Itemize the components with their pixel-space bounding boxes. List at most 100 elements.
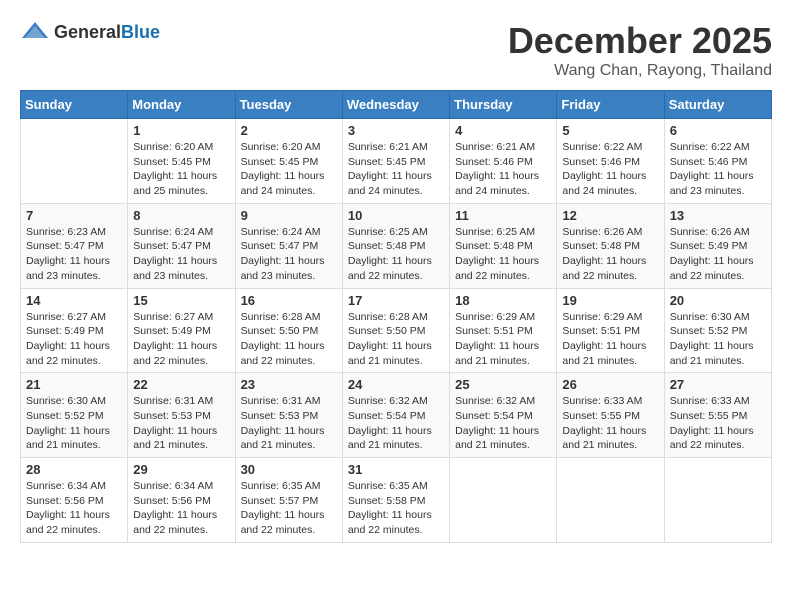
title-area: December 2025 Wang Chan, Rayong, Thailan… xyxy=(508,20,772,80)
day-cell-3-2: 23 Sunrise: 6:31 AMSunset: 5:53 PMDaylig… xyxy=(235,373,342,458)
weekday-header-friday: Friday xyxy=(557,91,664,119)
logo-blue-text: Blue xyxy=(121,22,160,42)
weekday-header-sunday: Sunday xyxy=(21,91,128,119)
week-row-1: 1 Sunrise: 6:20 AMSunset: 5:45 PMDayligh… xyxy=(21,119,772,204)
day-number: 1 xyxy=(133,123,229,138)
day-cell-0-1: 1 Sunrise: 6:20 AMSunset: 5:45 PMDayligh… xyxy=(128,119,235,204)
month-title: December 2025 xyxy=(508,20,772,62)
day-cell-0-3: 3 Sunrise: 6:21 AMSunset: 5:45 PMDayligh… xyxy=(342,119,449,204)
weekday-header-wednesday: Wednesday xyxy=(342,91,449,119)
day-number: 29 xyxy=(133,462,229,477)
weekday-header-row: SundayMondayTuesdayWednesdayThursdayFrid… xyxy=(21,91,772,119)
day-cell-1-2: 9 Sunrise: 6:24 AMSunset: 5:47 PMDayligh… xyxy=(235,203,342,288)
day-number: 28 xyxy=(26,462,122,477)
day-info: Sunrise: 6:35 AMSunset: 5:57 PMDaylight:… xyxy=(241,479,337,538)
day-number: 2 xyxy=(241,123,337,138)
day-cell-4-5 xyxy=(557,458,664,543)
weekday-header-monday: Monday xyxy=(128,91,235,119)
day-number: 30 xyxy=(241,462,337,477)
day-number: 15 xyxy=(133,293,229,308)
logo-general-text: General xyxy=(54,22,121,42)
day-cell-1-6: 13 Sunrise: 6:26 AMSunset: 5:49 PMDaylig… xyxy=(664,203,771,288)
day-cell-1-3: 10 Sunrise: 6:25 AMSunset: 5:48 PMDaylig… xyxy=(342,203,449,288)
day-info: Sunrise: 6:30 AMSunset: 5:52 PMDaylight:… xyxy=(26,394,122,453)
weekday-header-thursday: Thursday xyxy=(450,91,557,119)
day-number: 25 xyxy=(455,377,551,392)
day-info: Sunrise: 6:22 AMSunset: 5:46 PMDaylight:… xyxy=(670,140,766,199)
day-number: 9 xyxy=(241,208,337,223)
day-info: Sunrise: 6:26 AMSunset: 5:48 PMDaylight:… xyxy=(562,225,658,284)
day-number: 20 xyxy=(670,293,766,308)
weekday-header-saturday: Saturday xyxy=(664,91,771,119)
day-number: 16 xyxy=(241,293,337,308)
day-cell-4-2: 30 Sunrise: 6:35 AMSunset: 5:57 PMDaylig… xyxy=(235,458,342,543)
day-number: 21 xyxy=(26,377,122,392)
day-cell-2-6: 20 Sunrise: 6:30 AMSunset: 5:52 PMDaylig… xyxy=(664,288,771,373)
page-header: GeneralBlue December 2025 Wang Chan, Ray… xyxy=(20,20,772,80)
day-number: 10 xyxy=(348,208,444,223)
day-info: Sunrise: 6:29 AMSunset: 5:51 PMDaylight:… xyxy=(562,310,658,369)
day-info: Sunrise: 6:34 AMSunset: 5:56 PMDaylight:… xyxy=(26,479,122,538)
day-info: Sunrise: 6:22 AMSunset: 5:46 PMDaylight:… xyxy=(562,140,658,199)
day-cell-0-6: 6 Sunrise: 6:22 AMSunset: 5:46 PMDayligh… xyxy=(664,119,771,204)
day-number: 6 xyxy=(670,123,766,138)
day-number: 23 xyxy=(241,377,337,392)
day-cell-0-2: 2 Sunrise: 6:20 AMSunset: 5:45 PMDayligh… xyxy=(235,119,342,204)
day-number: 13 xyxy=(670,208,766,223)
day-number: 5 xyxy=(562,123,658,138)
day-number: 19 xyxy=(562,293,658,308)
day-cell-0-0 xyxy=(21,119,128,204)
day-cell-1-1: 8 Sunrise: 6:24 AMSunset: 5:47 PMDayligh… xyxy=(128,203,235,288)
day-info: Sunrise: 6:20 AMSunset: 5:45 PMDaylight:… xyxy=(241,140,337,199)
day-number: 27 xyxy=(670,377,766,392)
day-number: 11 xyxy=(455,208,551,223)
day-info: Sunrise: 6:27 AMSunset: 5:49 PMDaylight:… xyxy=(133,310,229,369)
day-cell-2-2: 16 Sunrise: 6:28 AMSunset: 5:50 PMDaylig… xyxy=(235,288,342,373)
day-cell-4-0: 28 Sunrise: 6:34 AMSunset: 5:56 PMDaylig… xyxy=(21,458,128,543)
day-cell-3-4: 25 Sunrise: 6:32 AMSunset: 5:54 PMDaylig… xyxy=(450,373,557,458)
day-cell-3-0: 21 Sunrise: 6:30 AMSunset: 5:52 PMDaylig… xyxy=(21,373,128,458)
day-cell-2-0: 14 Sunrise: 6:27 AMSunset: 5:49 PMDaylig… xyxy=(21,288,128,373)
week-row-4: 21 Sunrise: 6:30 AMSunset: 5:52 PMDaylig… xyxy=(21,373,772,458)
day-cell-4-4 xyxy=(450,458,557,543)
day-info: Sunrise: 6:25 AMSunset: 5:48 PMDaylight:… xyxy=(348,225,444,284)
day-cell-3-6: 27 Sunrise: 6:33 AMSunset: 5:55 PMDaylig… xyxy=(664,373,771,458)
day-info: Sunrise: 6:33 AMSunset: 5:55 PMDaylight:… xyxy=(670,394,766,453)
weekday-header-tuesday: Tuesday xyxy=(235,91,342,119)
day-info: Sunrise: 6:29 AMSunset: 5:51 PMDaylight:… xyxy=(455,310,551,369)
day-info: Sunrise: 6:31 AMSunset: 5:53 PMDaylight:… xyxy=(133,394,229,453)
day-number: 31 xyxy=(348,462,444,477)
day-cell-1-4: 11 Sunrise: 6:25 AMSunset: 5:48 PMDaylig… xyxy=(450,203,557,288)
day-info: Sunrise: 6:24 AMSunset: 5:47 PMDaylight:… xyxy=(133,225,229,284)
logo: GeneralBlue xyxy=(20,20,160,44)
day-cell-3-3: 24 Sunrise: 6:32 AMSunset: 5:54 PMDaylig… xyxy=(342,373,449,458)
location-subtitle: Wang Chan, Rayong, Thailand xyxy=(508,62,772,80)
day-info: Sunrise: 6:28 AMSunset: 5:50 PMDaylight:… xyxy=(348,310,444,369)
day-info: Sunrise: 6:28 AMSunset: 5:50 PMDaylight:… xyxy=(241,310,337,369)
day-info: Sunrise: 6:30 AMSunset: 5:52 PMDaylight:… xyxy=(670,310,766,369)
day-number: 12 xyxy=(562,208,658,223)
week-row-3: 14 Sunrise: 6:27 AMSunset: 5:49 PMDaylig… xyxy=(21,288,772,373)
day-number: 26 xyxy=(562,377,658,392)
day-info: Sunrise: 6:26 AMSunset: 5:49 PMDaylight:… xyxy=(670,225,766,284)
day-cell-2-4: 18 Sunrise: 6:29 AMSunset: 5:51 PMDaylig… xyxy=(450,288,557,373)
day-cell-1-0: 7 Sunrise: 6:23 AMSunset: 5:47 PMDayligh… xyxy=(21,203,128,288)
day-info: Sunrise: 6:24 AMSunset: 5:47 PMDaylight:… xyxy=(241,225,337,284)
day-cell-3-1: 22 Sunrise: 6:31 AMSunset: 5:53 PMDaylig… xyxy=(128,373,235,458)
day-info: Sunrise: 6:21 AMSunset: 5:46 PMDaylight:… xyxy=(455,140,551,199)
week-row-5: 28 Sunrise: 6:34 AMSunset: 5:56 PMDaylig… xyxy=(21,458,772,543)
logo-icon xyxy=(20,20,50,44)
day-info: Sunrise: 6:34 AMSunset: 5:56 PMDaylight:… xyxy=(133,479,229,538)
day-cell-4-3: 31 Sunrise: 6:35 AMSunset: 5:58 PMDaylig… xyxy=(342,458,449,543)
day-number: 22 xyxy=(133,377,229,392)
calendar-table: SundayMondayTuesdayWednesdayThursdayFrid… xyxy=(20,90,772,543)
day-info: Sunrise: 6:33 AMSunset: 5:55 PMDaylight:… xyxy=(562,394,658,453)
day-number: 3 xyxy=(348,123,444,138)
day-info: Sunrise: 6:35 AMSunset: 5:58 PMDaylight:… xyxy=(348,479,444,538)
day-number: 7 xyxy=(26,208,122,223)
day-info: Sunrise: 6:21 AMSunset: 5:45 PMDaylight:… xyxy=(348,140,444,199)
day-info: Sunrise: 6:31 AMSunset: 5:53 PMDaylight:… xyxy=(241,394,337,453)
day-number: 14 xyxy=(26,293,122,308)
day-cell-0-4: 4 Sunrise: 6:21 AMSunset: 5:46 PMDayligh… xyxy=(450,119,557,204)
day-cell-0-5: 5 Sunrise: 6:22 AMSunset: 5:46 PMDayligh… xyxy=(557,119,664,204)
